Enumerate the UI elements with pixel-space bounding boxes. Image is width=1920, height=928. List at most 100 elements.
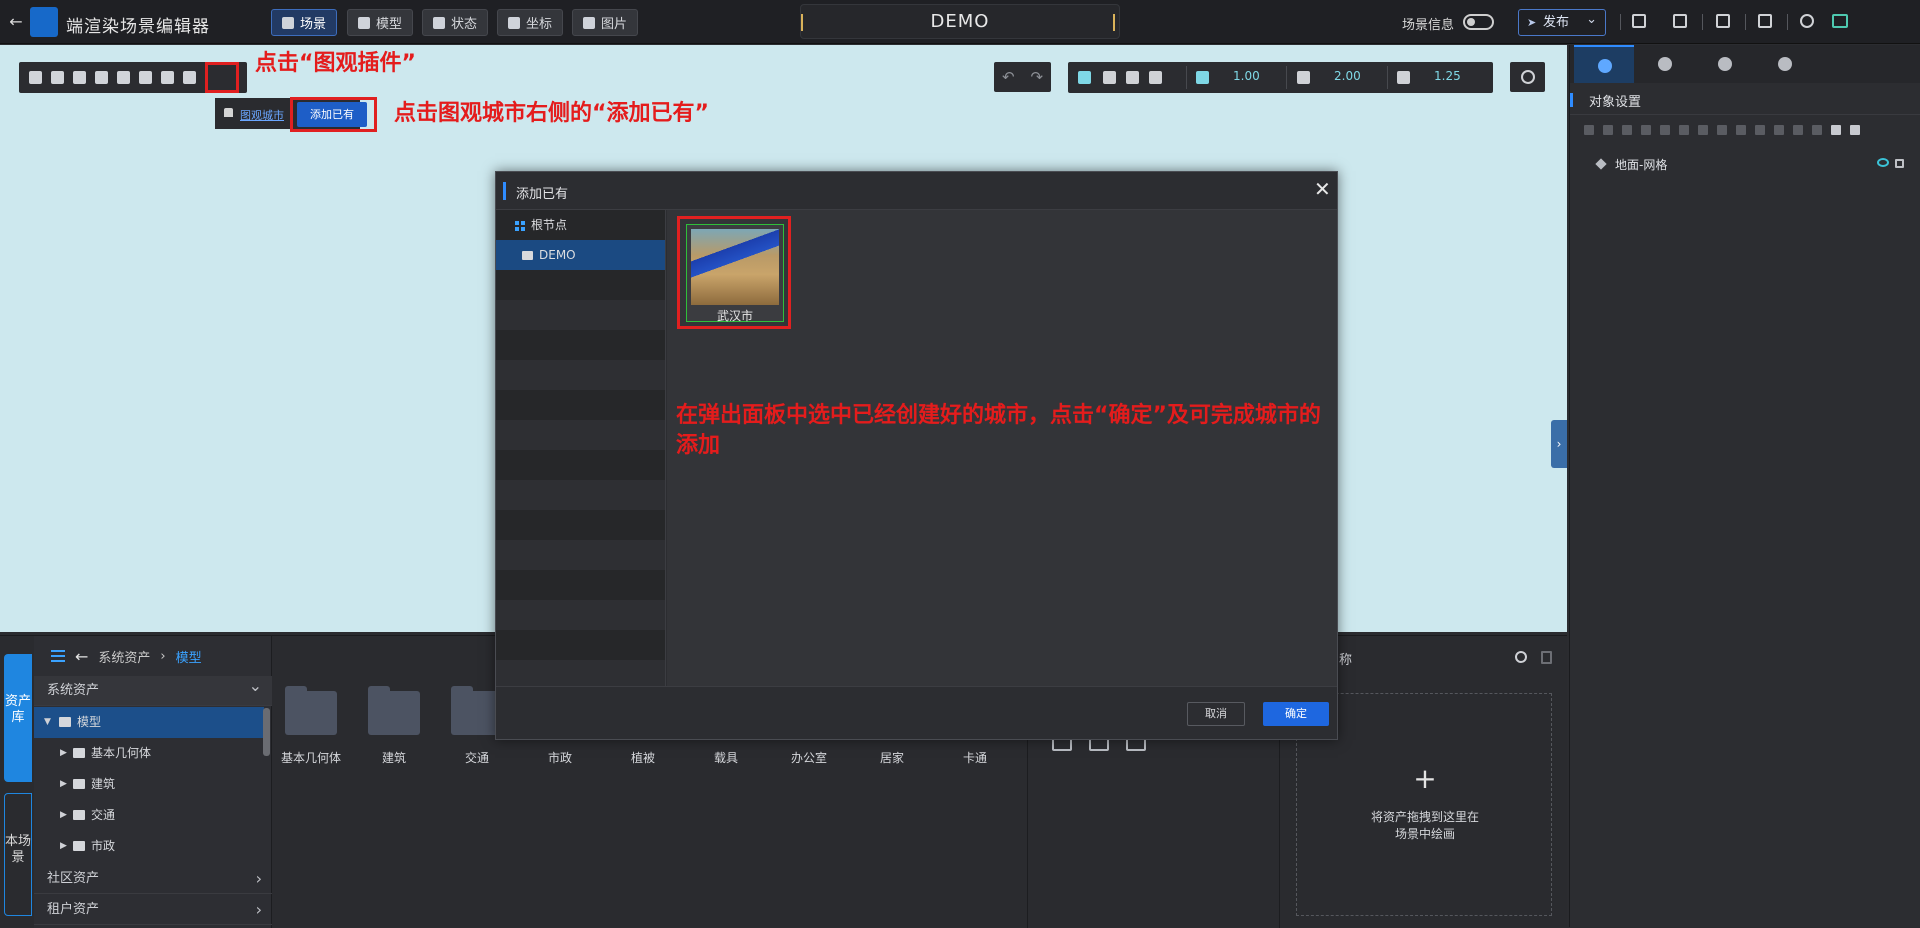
globe-tool-icon[interactable] — [139, 71, 152, 84]
undo-icon[interactable]: ↶ — [1002, 68, 1015, 86]
tab-effects[interactable] — [1694, 45, 1754, 83]
tuguan-city-link[interactable]: 图观城市 — [240, 107, 284, 123]
menu-icon[interactable] — [51, 650, 65, 662]
plugin-gear-icon[interactable] — [183, 71, 196, 84]
delete-icon[interactable] — [1584, 125, 1594, 135]
marker-tool-icon[interactable] — [51, 71, 64, 84]
divider — [1186, 66, 1187, 89]
tree-item-municipal[interactable]: ▶ 市政 — [34, 831, 264, 862]
move-up-icon[interactable] — [1660, 125, 1670, 135]
group-icon[interactable] — [1641, 125, 1651, 135]
nav-model-button[interactable]: 模型 — [347, 9, 414, 36]
dialog-tree: 根节点 DEMO — [496, 210, 666, 686]
divider — [1787, 14, 1788, 30]
redo-icon[interactable]: ↷ — [1030, 68, 1043, 86]
tree-item-building[interactable]: ▶ 建筑 — [34, 769, 264, 800]
new-file-icon[interactable] — [1831, 125, 1841, 135]
nav-scene-button[interactable]: 场景 — [271, 9, 338, 36]
panel-expand-icon[interactable]: › — [1551, 420, 1567, 468]
path-tool-icon[interactable] — [95, 71, 108, 84]
plugin-icon[interactable] — [1716, 14, 1730, 28]
grid-icon — [515, 221, 525, 231]
edit-icon[interactable] — [1603, 125, 1613, 135]
document-tool-icon[interactable] — [117, 71, 130, 84]
preview-icon[interactable] — [1673, 14, 1687, 28]
community-assets-section[interactable]: 社区资产 — [34, 864, 272, 894]
nav-image-button[interactable]: 图片 — [572, 9, 639, 36]
tree-scrollbar[interactable] — [263, 708, 270, 756]
book-tool-icon[interactable] — [73, 71, 86, 84]
tab-lighting[interactable] — [1634, 45, 1694, 83]
save-icon[interactable] — [1632, 14, 1646, 28]
duplicate-icon[interactable] — [1717, 125, 1727, 135]
tree-root-node[interactable]: 根节点 — [496, 210, 665, 240]
pivot-icon[interactable] — [1126, 71, 1139, 84]
publish-button[interactable]: 发布 — [1518, 7, 1606, 36]
3d-tool-icon[interactable] — [161, 71, 174, 84]
align-icon[interactable] — [1698, 125, 1708, 135]
plus-icon: + — [1413, 762, 1437, 795]
expand-caret-icon[interactable]: ▶ — [60, 831, 67, 862]
scene-info-toggle[interactable] — [1463, 14, 1494, 30]
trash-icon[interactable] — [1541, 651, 1552, 664]
close-icon[interactable]: ✕ — [1314, 177, 1331, 201]
tab-asset-library[interactable]: 资产库 — [4, 654, 32, 782]
export-icon[interactable] — [1758, 14, 1772, 28]
grid-snap-value[interactable]: 1.00 — [1233, 69, 1260, 83]
scale-snap-value[interactable]: 1.25 — [1434, 69, 1461, 83]
angle-snap-value[interactable]: 2.00 — [1334, 69, 1361, 83]
plugin-highlight-box — [205, 62, 239, 93]
angle-snap-icon[interactable] — [1297, 71, 1310, 84]
asset-folder[interactable]: 建筑 — [359, 686, 429, 766]
asset-folder[interactable]: 基本几何体 — [276, 686, 346, 766]
snap-mode-icon[interactable] — [1149, 71, 1162, 84]
user-avatar-icon[interactable] — [1832, 14, 1848, 28]
tree-row-bg — [496, 660, 665, 686]
move-icon[interactable] — [1078, 71, 1091, 84]
grid-snap-icon[interactable] — [1196, 71, 1209, 84]
expand-caret-icon[interactable]: ▼ — [44, 707, 51, 738]
nav-state-button[interactable]: 状态 — [422, 9, 489, 36]
drop-hint: 将资产拖拽到这里在 场景中绘画 — [1370, 810, 1479, 841]
settings-gear-icon[interactable] — [1515, 651, 1527, 663]
system-assets-section[interactable]: 系统资产 — [34, 671, 272, 706]
tree-item-traffic[interactable]: ▶ 交通 — [34, 800, 264, 831]
tree-node-demo[interactable]: DEMO — [496, 240, 665, 270]
confirm-button[interactable]: 确定 — [1263, 702, 1329, 726]
tab-object-settings[interactable] — [1574, 45, 1634, 83]
columns-icon[interactable] — [1736, 125, 1746, 135]
tree-row-bg — [496, 330, 665, 360]
back-arrow-icon[interactable]: ← — [6, 12, 26, 32]
tenant-assets-section[interactable]: 租户资产 — [34, 895, 272, 925]
tab-this-scene[interactable]: 本场景 — [4, 793, 32, 916]
camera-reset-icon[interactable] — [1510, 62, 1545, 92]
help-icon[interactable] — [1800, 14, 1814, 28]
object-list-item[interactable]: 地面-网格 — [1570, 153, 1920, 175]
tab-environment[interactable] — [1754, 45, 1814, 83]
cancel-button[interactable]: 取消 — [1187, 702, 1245, 726]
visibility-eye-icon[interactable] — [1877, 158, 1889, 167]
stack-icon[interactable] — [1793, 125, 1803, 135]
folder-icon — [73, 748, 85, 758]
rotate-icon[interactable] — [1103, 71, 1116, 84]
tree-row-bg — [496, 270, 665, 300]
breadcrumb-root[interactable]: 系统资产 — [98, 647, 150, 666]
expand-caret-icon[interactable]: ▶ — [60, 769, 67, 800]
copy-icon[interactable] — [1622, 125, 1632, 135]
back-arrow-icon[interactable]: ← — [75, 647, 88, 666]
move-down-icon[interactable] — [1679, 125, 1689, 135]
nav-coordinate-button[interactable]: 坐标 — [497, 9, 564, 36]
tree-item-model[interactable]: ▼ 模型 — [34, 707, 264, 738]
scale-snap-icon[interactable] — [1397, 71, 1410, 84]
expand-caret-icon[interactable]: ▶ — [60, 800, 67, 831]
app-title: 端渲染场景编辑器 — [66, 17, 210, 37]
block-icon[interactable] — [1812, 125, 1822, 135]
annotation-plugin: 点击“图观插件” — [255, 51, 416, 76]
frame-icon[interactable] — [1774, 125, 1784, 135]
table-icon[interactable] — [1755, 125, 1765, 135]
new-layer-icon[interactable] — [1850, 125, 1860, 135]
cube-tool-icon[interactable] — [29, 71, 42, 84]
expand-caret-icon[interactable]: ▶ — [60, 738, 67, 769]
tree-item-basic-geometry[interactable]: ▶ 基本几何体 — [34, 738, 264, 769]
lock-icon[interactable] — [1895, 159, 1904, 168]
